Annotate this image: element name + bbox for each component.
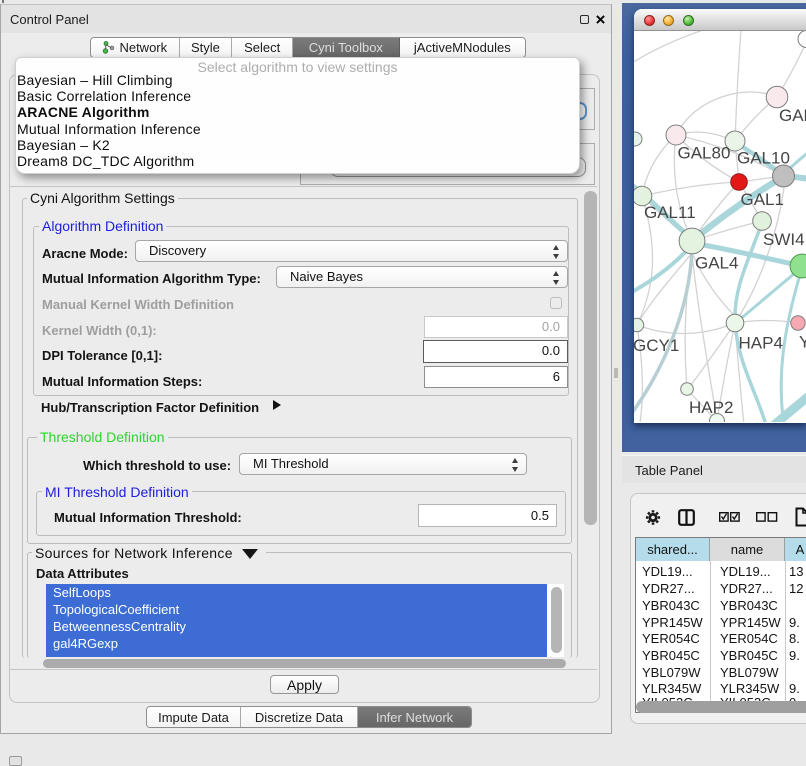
svg-text:GAL11: GAL11	[644, 203, 696, 222]
svg-text:Y: Y	[799, 333, 806, 352]
svg-text:GAL4: GAL4	[695, 254, 738, 273]
svg-text:GAL1: GAL1	[741, 190, 784, 209]
svg-text:GCY1: GCY1	[634, 336, 679, 355]
svg-text:GAL10: GAL10	[737, 149, 790, 168]
svg-text:HAP4: HAP4	[739, 334, 783, 353]
svg-text:SWI4: SWI4	[763, 230, 805, 249]
svg-text:HAP2: HAP2	[689, 398, 733, 417]
svg-text:GAL80: GAL80	[678, 144, 731, 163]
svg-text:GAL: GAL	[779, 106, 806, 125]
